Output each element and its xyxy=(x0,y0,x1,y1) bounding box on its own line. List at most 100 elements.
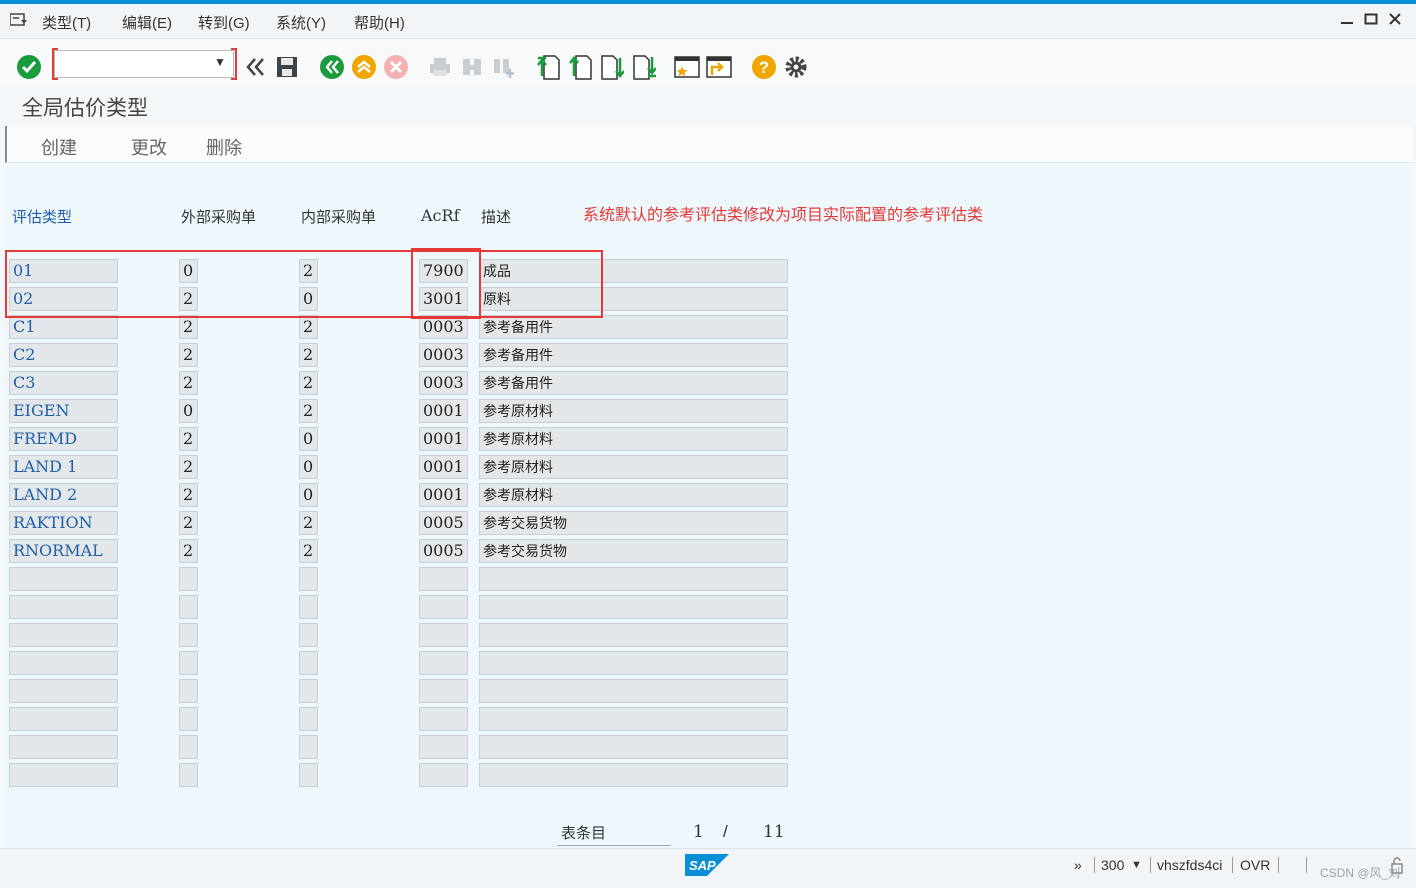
cell-int[interactable]: 2 xyxy=(299,399,318,423)
cell-desc[interactable]: 参考交易货物 xyxy=(479,511,788,535)
first-page-icon[interactable] xyxy=(535,54,561,80)
cell-type[interactable] xyxy=(9,735,118,759)
new-session-icon[interactable] xyxy=(674,54,700,80)
cell-desc[interactable]: 参考备用件 xyxy=(479,315,788,339)
cell-acrf[interactable]: 3001 xyxy=(419,287,468,311)
cell-ext[interactable]: 2 xyxy=(179,483,198,507)
menu-item-help[interactable]: 帮助(H) xyxy=(354,12,405,33)
cell-acrf[interactable]: 0003 xyxy=(419,343,468,367)
cell-desc[interactable] xyxy=(479,735,788,759)
check-icon[interactable] xyxy=(16,54,42,80)
cell-int[interactable] xyxy=(299,651,318,675)
menu-item-system[interactable]: 系统(Y) xyxy=(276,12,326,33)
cell-ext[interactable]: 2 xyxy=(179,287,198,311)
column-header-valuation-type[interactable]: 评估类型 xyxy=(12,206,72,227)
cell-acrf[interactable]: 0005 xyxy=(419,511,468,535)
cell-acrf[interactable] xyxy=(419,651,468,675)
cell-desc[interactable]: 参考原材料 xyxy=(479,455,788,479)
help-icon[interactable]: ? xyxy=(751,54,777,80)
chevron-down-icon[interactable]: ▼ xyxy=(1131,859,1142,871)
cell-type[interactable] xyxy=(9,679,118,703)
cell-int[interactable]: 0 xyxy=(299,287,318,311)
cell-acrf[interactable] xyxy=(419,623,468,647)
cell-ext[interactable] xyxy=(179,623,198,647)
find-next-icon[interactable] xyxy=(491,54,517,80)
cancel-icon[interactable] xyxy=(383,54,409,80)
cell-ext[interactable] xyxy=(179,679,198,703)
create-button[interactable]: 创建 xyxy=(41,134,77,160)
command-field[interactable] xyxy=(54,50,234,78)
back-double-icon[interactable] xyxy=(243,54,269,80)
cell-type[interactable]: 01 xyxy=(9,259,118,283)
cell-type[interactable]: RNORMAL xyxy=(9,539,118,563)
cell-ext[interactable] xyxy=(179,763,198,787)
cell-type[interactable] xyxy=(9,595,118,619)
cell-int[interactable] xyxy=(299,735,318,759)
cell-int[interactable]: 0 xyxy=(299,427,318,451)
shortcut-icon[interactable] xyxy=(706,54,732,80)
menu-icon[interactable] xyxy=(10,13,28,27)
menu-item-goto[interactable]: 转到(G) xyxy=(198,12,250,33)
cell-desc[interactable] xyxy=(479,679,788,703)
cell-desc[interactable] xyxy=(479,707,788,731)
cell-acrf[interactable] xyxy=(419,595,468,619)
cell-int[interactable]: 2 xyxy=(299,259,318,283)
cell-int[interactable]: 2 xyxy=(299,511,318,535)
cell-ext[interactable]: 2 xyxy=(179,343,198,367)
cell-ext[interactable]: 2 xyxy=(179,315,198,339)
cell-type[interactable] xyxy=(9,623,118,647)
chevron-down-icon[interactable]: ▼ xyxy=(214,55,226,69)
cell-desc[interactable] xyxy=(479,567,788,591)
cell-acrf[interactable]: 0003 xyxy=(419,371,468,395)
cell-acrf[interactable]: 0001 xyxy=(419,399,468,423)
cell-acrf[interactable] xyxy=(419,707,468,731)
cell-int[interactable]: 0 xyxy=(299,483,318,507)
settings-icon[interactable] xyxy=(783,54,809,80)
cell-type[interactable]: EIGEN xyxy=(9,399,118,423)
change-button[interactable]: 更改 xyxy=(131,134,167,160)
cell-acrf[interactable] xyxy=(419,679,468,703)
prev-page-icon[interactable] xyxy=(567,54,593,80)
next-page-icon[interactable] xyxy=(599,54,625,80)
command-input[interactable] xyxy=(59,51,213,77)
cell-ext[interactable]: 0 xyxy=(179,399,198,423)
last-page-icon[interactable] xyxy=(631,54,657,80)
delete-button[interactable]: 删除 xyxy=(206,134,242,160)
print-icon[interactable] xyxy=(427,54,453,80)
cell-desc[interactable]: 参考原材料 xyxy=(479,483,788,507)
cell-int[interactable]: 2 xyxy=(299,539,318,563)
cell-int[interactable]: 0 xyxy=(299,455,318,479)
cell-type[interactable]: FREMD xyxy=(9,427,118,451)
cell-int[interactable] xyxy=(299,595,318,619)
cell-int[interactable]: 2 xyxy=(299,315,318,339)
cell-desc[interactable] xyxy=(479,763,788,787)
cell-type[interactable]: C1 xyxy=(9,315,118,339)
save-icon[interactable] xyxy=(274,54,300,80)
cell-ext[interactable] xyxy=(179,707,198,731)
cell-acrf[interactable]: 0001 xyxy=(419,455,468,479)
cell-int[interactable] xyxy=(299,707,318,731)
cell-desc[interactable]: 参考原材料 xyxy=(479,427,788,451)
cell-ext[interactable] xyxy=(179,735,198,759)
cell-ext[interactable] xyxy=(179,651,198,675)
status-more-icon[interactable]: » xyxy=(1074,857,1082,873)
cell-type[interactable]: C3 xyxy=(9,371,118,395)
cell-type[interactable]: LAND 2 xyxy=(9,483,118,507)
cell-type[interactable] xyxy=(9,651,118,675)
minimize-icon[interactable] xyxy=(1338,12,1356,30)
cell-desc[interactable]: 成品 xyxy=(479,259,788,283)
cell-acrf[interactable]: 0005 xyxy=(419,539,468,563)
cell-acrf[interactable]: 7900 xyxy=(419,259,468,283)
cell-type[interactable] xyxy=(9,707,118,731)
cell-desc[interactable] xyxy=(479,623,788,647)
cell-acrf[interactable] xyxy=(419,763,468,787)
cell-acrf[interactable] xyxy=(419,735,468,759)
cell-int[interactable] xyxy=(299,623,318,647)
cell-int[interactable]: 2 xyxy=(299,343,318,367)
close-icon[interactable] xyxy=(1386,12,1404,30)
cell-type[interactable]: C2 xyxy=(9,343,118,367)
cell-desc[interactable] xyxy=(479,651,788,675)
menu-item-type[interactable]: 类型(T) xyxy=(42,12,91,33)
cell-int[interactable]: 2 xyxy=(299,371,318,395)
cell-acrf[interactable]: 0001 xyxy=(419,427,468,451)
